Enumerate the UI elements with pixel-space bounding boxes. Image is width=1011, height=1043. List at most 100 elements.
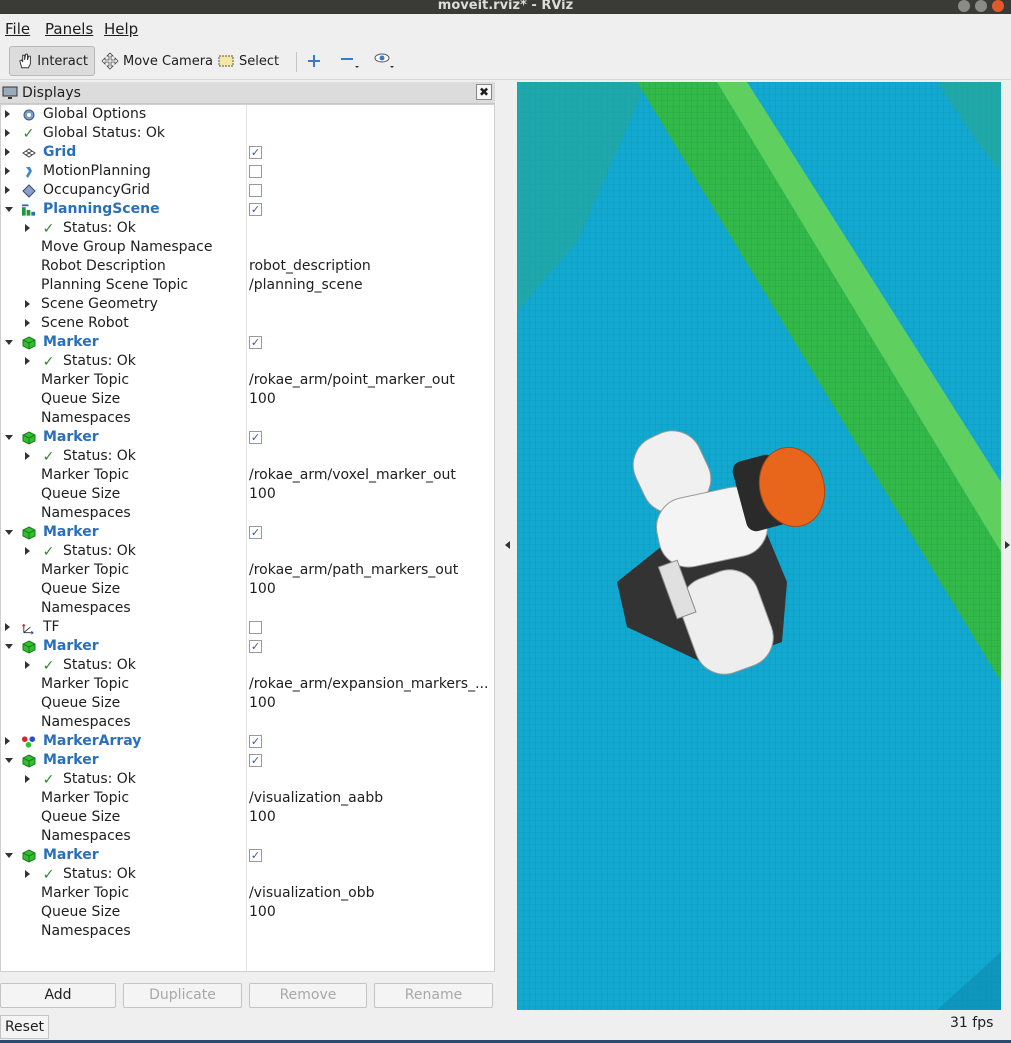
enable-checkbox[interactable]: ✓: [249, 849, 262, 862]
collapse-arrow-icon[interactable]: [5, 435, 13, 440]
tree-row-marker-topic[interactable]: Marker Topic/visualization_obb: [1, 884, 494, 903]
tree-row-marker-topic[interactable]: Marker Topic/rokae_arm/expansion_markers…: [1, 675, 494, 694]
tree-row-value[interactable]: /rokae_arm/expansion_markers_...: [249, 676, 491, 692]
enable-checkbox[interactable]: ✓: [249, 431, 262, 444]
tree-row-namespaces[interactable]: Namespaces: [1, 504, 494, 523]
tree-row-queue-size[interactable]: Queue Size 100: [1, 903, 494, 922]
expand-arrow-icon[interactable]: [25, 224, 30, 232]
expand-arrow-icon[interactable]: [25, 661, 30, 669]
tree-row-status-ok[interactable]: ✓ Status: Ok: [1, 656, 494, 675]
tree-row-marker[interactable]: Marker ✓: [1, 751, 494, 770]
tree-row-global-status-ok[interactable]: ✓ Global Status: Ok: [1, 124, 494, 143]
collapse-arrow-icon[interactable]: [5, 207, 13, 212]
expand-arrow-icon[interactable]: [25, 870, 30, 878]
reset-button[interactable]: Reset: [0, 1015, 49, 1039]
menu-panels[interactable]: Panels: [45, 20, 93, 38]
collapse-right-arrow[interactable]: [1005, 541, 1010, 549]
expand-arrow-icon[interactable]: [25, 357, 30, 365]
tree-row-queue-size[interactable]: Queue Size 100: [1, 808, 494, 827]
tree-row-queue-size[interactable]: Queue Size 100: [1, 580, 494, 599]
tree-row-namespaces[interactable]: Namespaces: [1, 713, 494, 732]
tree-row-status-ok[interactable]: ✓ Status: Ok: [1, 542, 494, 561]
tree-row-value[interactable]: 100: [249, 695, 491, 711]
tree-row-status-ok[interactable]: ✓ Status: Ok: [1, 447, 494, 466]
tree-row-marker[interactable]: Marker ✓: [1, 428, 494, 447]
tree-row-motionplanning[interactable]: MotionPlanning: [1, 162, 494, 181]
move-camera-tool-button[interactable]: Move Camera: [95, 46, 219, 76]
collapse-arrow-icon[interactable]: [5, 530, 13, 535]
expand-arrow-icon[interactable]: [25, 300, 30, 308]
expand-arrow-icon[interactable]: [5, 110, 10, 118]
collapse-arrow-icon[interactable]: [5, 758, 13, 763]
select-tool-button[interactable]: Select: [211, 46, 285, 76]
tree-row-status-ok[interactable]: ✓ Status: Ok: [1, 352, 494, 371]
collapse-arrow-icon[interactable]: [5, 340, 13, 345]
maximize-button[interactable]: [975, 0, 987, 12]
tree-row-value[interactable]: /rokae_arm/point_marker_out: [249, 372, 491, 388]
expand-arrow-icon[interactable]: [5, 623, 10, 631]
close-panel-button[interactable]: ✖: [476, 84, 492, 100]
tree-row-marker-topic[interactable]: Marker Topic/rokae_arm/voxel_marker_out: [1, 466, 494, 485]
tree-row-namespaces[interactable]: Namespaces: [1, 922, 494, 941]
tree-row-value[interactable]: robot_description: [249, 258, 491, 274]
tree-row-scene-geometry[interactable]: Scene Geometry: [1, 295, 494, 314]
tree-row-queue-size[interactable]: Queue Size 100: [1, 694, 494, 713]
tree-row-value[interactable]: /rokae_arm/voxel_marker_out: [249, 467, 491, 483]
tree-row-global-options[interactable]: Global Options: [1, 105, 494, 124]
enable-checkbox[interactable]: ✓: [249, 640, 262, 653]
tree-row-marker-topic[interactable]: Marker Topic/rokae_arm/point_marker_out: [1, 371, 494, 390]
tree-row-namespaces[interactable]: Namespaces: [1, 409, 494, 428]
tree-row-markerarray[interactable]: MarkerArray ✓: [1, 732, 494, 751]
tree-row-marker-topic[interactable]: Marker Topic/rokae_arm/path_markers_out: [1, 561, 494, 580]
tree-row-status-ok[interactable]: ✓ Status: Ok: [1, 770, 494, 789]
tree-row-value[interactable]: 100: [249, 486, 491, 502]
enable-checkbox[interactable]: ✓: [249, 203, 262, 216]
collapse-arrow-icon[interactable]: [5, 853, 13, 858]
tree-row-marker[interactable]: Marker ✓: [1, 637, 494, 656]
close-window-button[interactable]: [992, 0, 1004, 12]
expand-arrow-icon[interactable]: [5, 167, 10, 175]
tree-row-namespaces[interactable]: Namespaces: [1, 827, 494, 846]
tree-row-value[interactable]: 100: [249, 904, 491, 920]
tree-row-tf[interactable]: TF: [1, 618, 494, 637]
tree-row-planningscene[interactable]: PlanningScene ✓: [1, 200, 494, 219]
remove-button[interactable]: Remove: [249, 983, 367, 1008]
tree-row-marker-topic[interactable]: Marker Topic/visualization_aabb: [1, 789, 494, 808]
expand-arrow-icon[interactable]: [5, 129, 10, 137]
duplicate-button[interactable]: Duplicate: [123, 983, 242, 1008]
tree-row-planning-scene-topic[interactable]: Planning Scene Topic/planning_scene: [1, 276, 494, 295]
collapse-arrow-icon[interactable]: [5, 644, 13, 649]
menu-help[interactable]: Help: [104, 20, 138, 38]
add-button[interactable]: Add: [0, 983, 116, 1008]
expand-arrow-icon[interactable]: [25, 319, 30, 327]
expand-arrow-icon[interactable]: [25, 775, 30, 783]
view-tool-button[interactable]: [366, 46, 406, 76]
enable-checkbox[interactable]: ✓: [249, 336, 262, 349]
enable-checkbox[interactable]: [249, 621, 262, 634]
tree-row-marker[interactable]: Marker ✓: [1, 846, 494, 865]
3d-viewport[interactable]: [517, 82, 1001, 1010]
enable-checkbox[interactable]: [249, 165, 262, 178]
tree-row-scene-robot[interactable]: Scene Robot: [1, 314, 494, 333]
expand-arrow-icon[interactable]: [5, 737, 10, 745]
tree-row-value[interactable]: /visualization_aabb: [249, 790, 491, 806]
tree-row-queue-size[interactable]: Queue Size 100: [1, 485, 494, 504]
enable-checkbox[interactable]: ✓: [249, 146, 262, 159]
tree-row-grid[interactable]: Grid ✓: [1, 143, 494, 162]
interact-tool-button[interactable]: Interact: [9, 46, 95, 76]
enable-checkbox[interactable]: [249, 184, 262, 197]
tree-row-marker[interactable]: Marker ✓: [1, 333, 494, 352]
tree-row-value[interactable]: 100: [249, 581, 491, 597]
expand-arrow-icon[interactable]: [5, 148, 10, 156]
tree-row-status-ok[interactable]: ✓ Status: Ok: [1, 219, 494, 238]
collapse-left-arrow[interactable]: [505, 541, 510, 549]
expand-arrow-icon[interactable]: [25, 452, 30, 460]
tree-row-robot-description[interactable]: Robot Description robot_description: [1, 257, 494, 276]
enable-checkbox[interactable]: ✓: [249, 526, 262, 539]
tree-row-marker[interactable]: Marker ✓: [1, 523, 494, 542]
expand-arrow-icon[interactable]: [25, 547, 30, 555]
tree-row-value[interactable]: /visualization_obb: [249, 885, 491, 901]
tree-row-value[interactable]: 100: [249, 391, 491, 407]
tree-row-value[interactable]: /planning_scene: [249, 277, 491, 293]
tree-row-queue-size[interactable]: Queue Size 100: [1, 390, 494, 409]
